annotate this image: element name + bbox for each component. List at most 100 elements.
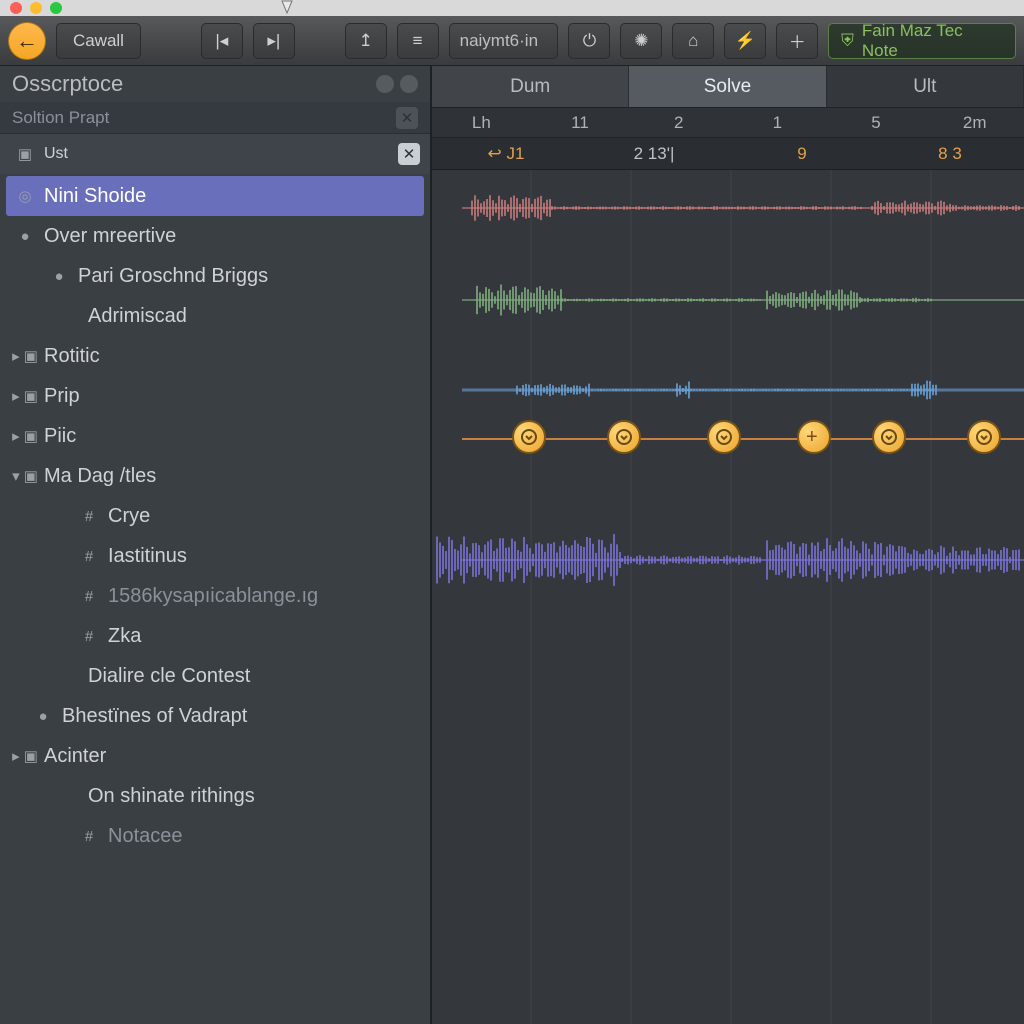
close-window-icon[interactable] bbox=[10, 2, 22, 14]
sidebar-sub-title: Soltion Prapt bbox=[12, 108, 109, 128]
home-button[interactable]: ⌂ bbox=[672, 23, 714, 59]
sidebar-item[interactable]: ● Bhestïnes of Vadrapt bbox=[0, 696, 430, 736]
ruler-marker: 2 13'| bbox=[580, 144, 728, 164]
sidebar-item[interactable]: On shinate rithings bbox=[0, 776, 430, 816]
skip-forward-button[interactable]: ▸| bbox=[253, 23, 295, 59]
marker-button[interactable] bbox=[707, 420, 741, 454]
chevron-right-icon: ▸ ▣ bbox=[14, 747, 36, 765]
power-icon: ⏻ bbox=[583, 31, 596, 51]
skip-back-icon: |◂ bbox=[215, 31, 228, 51]
sidebar-item-label: Bhestïnes of Vadrapt bbox=[62, 705, 247, 728]
sidebar-item[interactable]: #Iastitinus bbox=[0, 536, 430, 576]
sidebar-item[interactable]: #Notacee bbox=[0, 816, 430, 856]
ruler-tick: 2 bbox=[629, 113, 728, 133]
flash-button[interactable]: ⚡ bbox=[724, 23, 766, 59]
ruler-marker: 9 bbox=[728, 144, 876, 164]
track-2[interactable] bbox=[432, 278, 1024, 338]
sidebar-item[interactable]: #Crye bbox=[0, 496, 430, 536]
sidebar-item-label: Prip bbox=[44, 385, 80, 408]
sidebar-pinned-item[interactable]: ▣ Ust ✕ bbox=[0, 134, 430, 174]
sidebar-panel-title: Osscrptoce bbox=[12, 71, 123, 97]
chevron-right-icon: ▸ ▣ bbox=[14, 387, 36, 405]
tab-dum[interactable]: Dum bbox=[432, 66, 629, 107]
sidebar-item[interactable]: ▸ ▣ Rotitic bbox=[0, 336, 430, 376]
marker-add-button[interactable]: + bbox=[797, 420, 831, 454]
sidebar-item-label: Acinter bbox=[44, 745, 106, 768]
marker-button[interactable] bbox=[607, 420, 641, 454]
sidebar-item-label: Crye bbox=[108, 505, 150, 528]
ruler-marker: ↩ J1 bbox=[432, 144, 580, 164]
sidebar-action-1-icon[interactable] bbox=[376, 75, 394, 93]
ruler-marker: 8 3 bbox=[876, 144, 1024, 164]
ruler-tick: 5 bbox=[827, 113, 926, 133]
tab-solve[interactable]: Solve bbox=[629, 66, 826, 107]
tracks-area[interactable]: + bbox=[432, 170, 1024, 1024]
sidebar-item-label: Rotitic bbox=[44, 345, 100, 368]
settings-button[interactable]: ✺ bbox=[620, 23, 662, 59]
sidebar-item[interactable]: ▸ ▣ Acinter bbox=[0, 736, 430, 776]
chevron-down-icon: ▾ ▣ bbox=[14, 467, 36, 485]
skip-back-button[interactable]: |◂ bbox=[201, 23, 243, 59]
marker-down-icon bbox=[716, 429, 732, 445]
sidebar-item-label: Piic bbox=[44, 425, 76, 448]
upload-button[interactable]: ↥ bbox=[345, 23, 387, 59]
track-3[interactable] bbox=[432, 362, 1024, 422]
marker-row[interactable]: + bbox=[432, 418, 1024, 458]
chevron-right-icon: ▸ ▣ bbox=[14, 347, 36, 365]
power-button[interactable]: ⏻ bbox=[568, 23, 610, 59]
sidebar-item[interactable]: ▾ ▣ Ma Dag /tles bbox=[0, 456, 430, 496]
marker-button[interactable] bbox=[967, 420, 1001, 454]
sidebar-sub-close-button[interactable]: ✕ bbox=[396, 107, 418, 129]
zoom-window-icon[interactable] bbox=[50, 2, 62, 14]
sidebar-item-selected[interactable]: ◎Nini Shoide bbox=[6, 176, 424, 216]
add-button[interactable]: ＋ bbox=[776, 23, 818, 59]
home-icon: ⌂ bbox=[688, 31, 698, 51]
search-input[interactable]: naiymt6·in bbox=[449, 23, 559, 59]
ruler-tick: 11 bbox=[531, 113, 630, 133]
sidebar-pinned-close-button[interactable]: ✕ bbox=[398, 143, 420, 165]
bullet-icon: ● bbox=[48, 268, 70, 285]
close-icon: ✕ bbox=[401, 109, 414, 127]
sidebar-item-label: Over mreertive bbox=[44, 225, 176, 248]
sidebar-item[interactable]: Adrimiscad bbox=[0, 296, 430, 336]
back-button[interactable]: ← bbox=[8, 22, 46, 60]
sidebar-item[interactable]: ● Pari Groschnd Briggs bbox=[0, 256, 430, 296]
sidebar-item[interactable]: ▸ ▣ Prip bbox=[0, 376, 430, 416]
sidebar-item[interactable]: Dialire cle Contest bbox=[0, 656, 430, 696]
shield-icon: ⛨ bbox=[841, 31, 854, 51]
marker-button[interactable] bbox=[872, 420, 906, 454]
marker-down-icon bbox=[521, 429, 537, 445]
hash-icon: # bbox=[78, 628, 100, 645]
editor-area: DumSolveUlt Lh112152m ↩ J12 13'|98 3 + bbox=[432, 66, 1024, 1024]
track-4[interactable] bbox=[432, 520, 1024, 600]
track-1[interactable] bbox=[432, 188, 1024, 248]
minimize-window-icon[interactable] bbox=[30, 2, 42, 14]
sidebar-item[interactable]: ▸ ▣Piic bbox=[0, 416, 430, 456]
timeline-secondary-ruler[interactable]: ↩ J12 13'|98 3 bbox=[432, 138, 1024, 170]
sidebar-item-label: On shinate rithings bbox=[88, 785, 255, 808]
sidebar-item-label: Pari Groschnd Briggs bbox=[78, 265, 268, 288]
sidebar-item[interactable]: #1586kysapıicablange.ıg bbox=[0, 576, 430, 616]
window-titlebar bbox=[0, 0, 1024, 16]
marker-down-icon bbox=[881, 429, 897, 445]
sidebar-item-label: Ma Dag /tles bbox=[44, 465, 156, 488]
arrow-left-icon: ← bbox=[16, 28, 38, 54]
sidebar-item[interactable]: #Zka bbox=[0, 616, 430, 656]
bullet-icon: ● bbox=[32, 708, 54, 725]
sidebar-tree: ◎Nini Shoide●Over mreertive●Pari Groschn… bbox=[0, 174, 430, 1024]
waveform-icon bbox=[432, 278, 1024, 338]
list-button[interactable]: ≡ bbox=[397, 23, 439, 59]
plus-icon: ＋ bbox=[789, 28, 806, 53]
plus-icon: + bbox=[806, 429, 822, 445]
timeline-ruler[interactable]: Lh112152m bbox=[432, 108, 1024, 138]
status-chip[interactable]: ⛨ Fain Maz Tec Note bbox=[828, 23, 1016, 59]
sidebar-action-2-icon[interactable] bbox=[400, 75, 418, 93]
sidebar-item[interactable]: ●Over mreertive bbox=[0, 216, 430, 256]
ruler-tick: Lh bbox=[432, 113, 531, 133]
main-toolbar: ← Cawall |◂ ▸| ↥ ≡ naiymt6·in ⏻ ✺ ⌂ ⚡ ＋ … bbox=[0, 16, 1024, 66]
ruler-tick: 1 bbox=[728, 113, 827, 133]
upload-icon: ↥ bbox=[359, 31, 373, 51]
marker-button[interactable] bbox=[512, 420, 546, 454]
sidebar: Osscrptoce Soltion Prapt ✕ ▣ Ust ✕ ◎Nini… bbox=[0, 66, 432, 1024]
tab-ult[interactable]: Ult bbox=[827, 66, 1024, 107]
